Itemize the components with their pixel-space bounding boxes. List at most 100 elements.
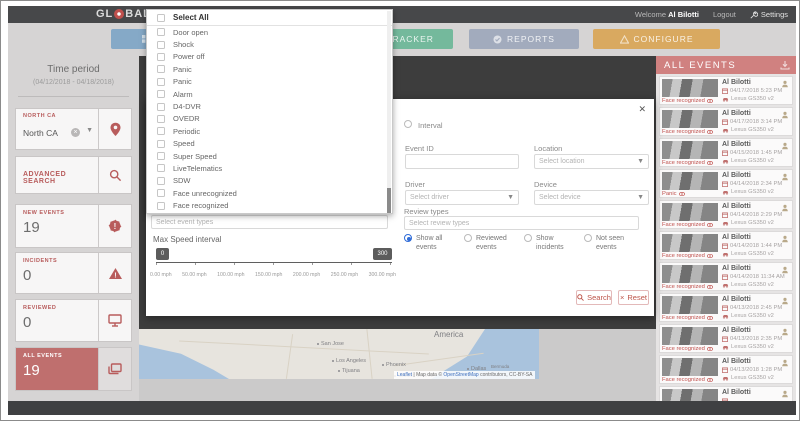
chevron-down-icon[interactable]: ▼ <box>86 127 93 134</box>
radio-icon[interactable] <box>464 234 472 242</box>
dropdown-option[interactable]: Panic <box>147 76 392 88</box>
review-filter-option[interactable]: Show incidents <box>524 234 584 253</box>
review-filter-option[interactable]: Not seen events <box>584 234 644 253</box>
radio-icon[interactable] <box>524 234 532 242</box>
person-icon[interactable] <box>781 80 789 88</box>
checkbox-icon[interactable] <box>157 90 165 98</box>
event-card[interactable]: Face recognized Al Bilotti 04/17/2018 3:… <box>659 107 793 136</box>
event-card[interactable]: Face recognized Al Bilotti 04/13/2018 1:… <box>659 355 793 384</box>
advanced-search-button[interactable] <box>98 157 131 193</box>
event-thumbnail <box>662 327 718 345</box>
export-icon[interactable] <box>780 60 790 70</box>
search-button[interactable]: Search <box>576 290 612 305</box>
tab-configure[interactable]: CONFIGURE <box>593 29 720 49</box>
dropdown-option[interactable]: Face recognized <box>147 199 392 211</box>
checkbox-icon[interactable] <box>157 127 165 135</box>
settings-button[interactable]: Settings <box>750 10 788 19</box>
checkbox-icon[interactable] <box>157 78 165 86</box>
person-icon[interactable] <box>781 204 789 212</box>
person-icon[interactable] <box>781 173 789 181</box>
close-icon[interactable]: ✕ <box>638 104 646 115</box>
event-card[interactable]: Face recognized Al Bilotti 04/13/2018 2:… <box>659 293 793 322</box>
checkbox-icon[interactable] <box>157 103 165 111</box>
scrollbar-thumb[interactable] <box>387 188 391 214</box>
event-card[interactable]: Face recognized Al Bilotti 04/17/2018 5:… <box>659 76 793 105</box>
event-vehicle: Lexus GS350 v2 <box>722 251 774 257</box>
checkbox-icon[interactable] <box>157 53 165 61</box>
event-card[interactable]: Panic Al Bilotti 04/14/2018 2:34 PM Lexu… <box>659 169 793 198</box>
person-icon[interactable] <box>781 111 789 119</box>
checkbox-icon[interactable] <box>157 115 165 123</box>
dropdown-option[interactable]: D4-DVR <box>147 100 392 112</box>
dropdown-option[interactable]: Power off <box>147 51 392 63</box>
person-icon[interactable] <box>781 297 789 305</box>
counter-new-events[interactable]: NEW EVENTS 19 ! <box>15 204 132 248</box>
review-types-input[interactable] <box>404 216 639 230</box>
checkbox-icon[interactable] <box>157 14 165 22</box>
dropdown-option[interactable]: Shock <box>147 38 392 50</box>
slider-min-handle[interactable]: 0 <box>156 248 169 260</box>
leaflet-link[interactable]: Leaflet <box>397 372 412 378</box>
person-icon[interactable] <box>781 235 789 243</box>
person-icon[interactable] <box>781 390 789 398</box>
dropdown-option[interactable]: Panic <box>147 63 392 75</box>
review-filter-option[interactable]: Show all events <box>404 234 464 253</box>
person-icon[interactable] <box>781 359 789 367</box>
event-id-input[interactable] <box>405 154 519 169</box>
radio-icon[interactable] <box>584 234 592 242</box>
radio-icon[interactable] <box>404 234 412 242</box>
event-card[interactable]: Face recognized Al Bilotti 04/13/2018 2:… <box>659 324 793 353</box>
checkbox-icon[interactable] <box>157 65 165 73</box>
speed-slider-track[interactable] <box>156 262 392 265</box>
person-icon[interactable] <box>781 266 789 274</box>
event-card[interactable]: Face recognized Al Bilotti 04/14/2018 2:… <box>659 200 793 229</box>
checkbox-icon[interactable] <box>157 140 165 148</box>
dropdown-option[interactable]: Face unrecognized <box>147 187 392 199</box>
location-select[interactable]: Select location▼ <box>534 154 649 169</box>
checkbox-icon[interactable] <box>157 177 165 185</box>
driver-select[interactable]: Select driver▼ <box>405 190 519 205</box>
review-filter-option[interactable]: Reviewed events <box>464 234 524 253</box>
event-types-input[interactable] <box>151 215 388 229</box>
region-select[interactable]: North CA <box>23 128 58 138</box>
locate-region-button[interactable] <box>98 109 131 149</box>
dropdown-option[interactable]: SDW <box>147 175 392 187</box>
dropdown-option[interactable]: Periodic <box>147 125 392 137</box>
counter-incidents[interactable]: INCIDENTS 0 ! <box>15 252 132 294</box>
clear-region-icon[interactable]: × <box>71 128 80 137</box>
dropdown-option[interactable]: Speed <box>147 138 392 150</box>
dropdown-option[interactable]: LiveTelematics <box>147 162 392 174</box>
checkbox-icon[interactable] <box>157 189 165 197</box>
event-card[interactable]: Al Bilotti <box>659 386 793 401</box>
dropdown-scrollbar[interactable] <box>387 11 391 214</box>
dropdown-option[interactable]: Door <box>147 212 392 214</box>
interval-radio[interactable] <box>404 120 412 128</box>
logout-link[interactable]: Logout <box>713 10 736 19</box>
event-card[interactable]: Face recognized Al Bilotti 04/15/2018 1:… <box>659 138 793 167</box>
person-icon[interactable] <box>781 328 789 336</box>
dropdown-option[interactable]: Door open <box>147 26 392 38</box>
checkbox-icon[interactable] <box>157 28 165 36</box>
tab-reports[interactable]: REPORTS <box>469 29 579 49</box>
counter-all-events[interactable]: ALL EVENTS 19 <box>15 347 132 391</box>
dropdown-option[interactable]: Alarm <box>147 88 392 100</box>
osm-link[interactable]: OpenStreetMap <box>443 372 478 378</box>
checkbox-icon[interactable] <box>157 41 165 49</box>
tick-label: 0.00 mph <box>150 272 172 278</box>
device-select[interactable]: Select device▼ <box>534 190 649 205</box>
dropdown-option[interactable]: Super Speed <box>147 150 392 162</box>
slider-max-handle[interactable]: 300 <box>373 248 392 260</box>
car-icon <box>722 314 729 319</box>
event-card[interactable]: Face recognized Al Bilotti 04/14/2018 11… <box>659 262 793 291</box>
counter-reviewed[interactable]: REVIEWED 0 <box>15 299 132 342</box>
checkbox-icon[interactable] <box>157 164 165 172</box>
checkbox-icon[interactable] <box>157 152 165 160</box>
checkbox-icon[interactable] <box>157 202 165 210</box>
select-all-option[interactable]: Select All <box>147 10 392 26</box>
advanced-search-card: ADVANCED SEARCH <box>15 156 132 194</box>
dropdown-option[interactable]: OVEDR <box>147 113 392 125</box>
reset-button[interactable]: × Reset <box>618 290 649 305</box>
person-icon[interactable] <box>781 142 789 150</box>
map-canvas[interactable]: America San Jose Los Angeles Phoenix Tij… <box>139 329 539 379</box>
event-card[interactable]: Face recognized Al Bilotti 04/14/2018 1:… <box>659 231 793 260</box>
